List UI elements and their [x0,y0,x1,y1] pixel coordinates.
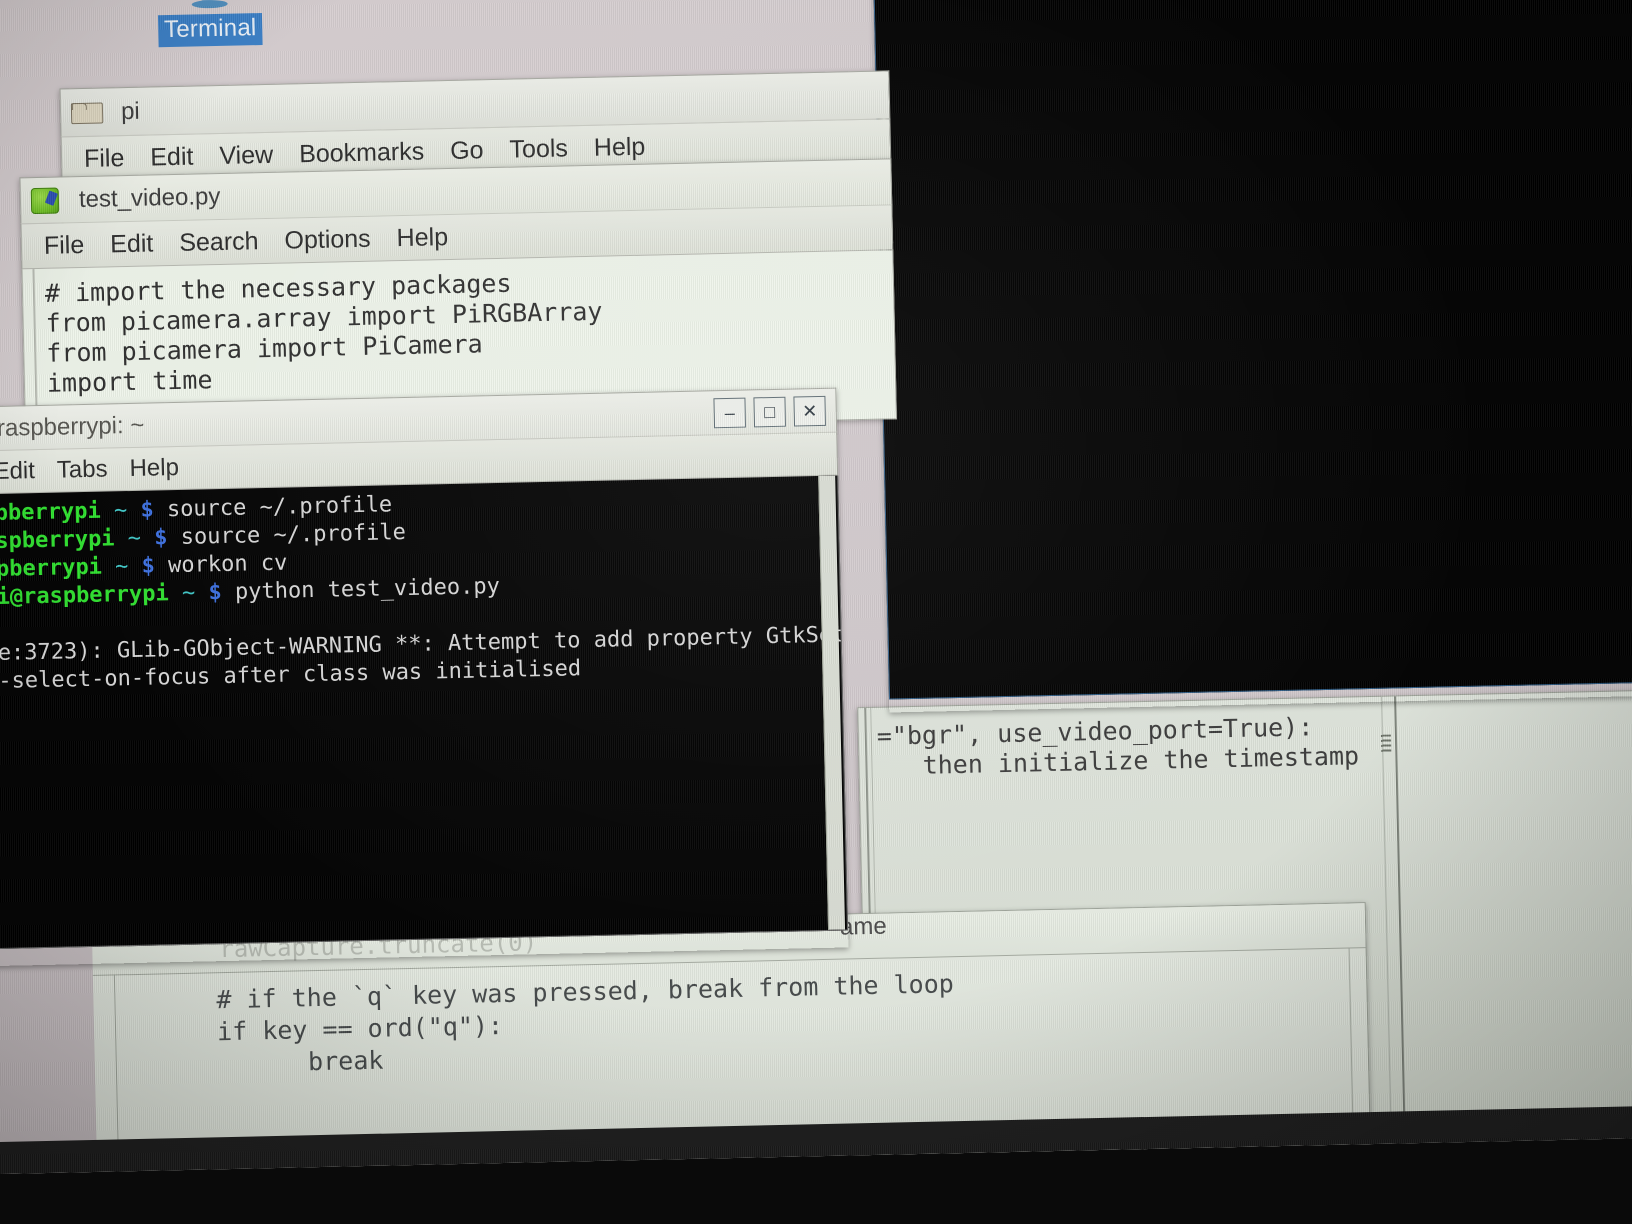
terminal-prompt-path: ~ [114,554,129,580]
editor-window-title: test_video.py [78,182,221,213]
terminal-prompt-user: @raspberrypi [0,498,101,528]
python-leaf-icon [30,186,60,214]
terminal-menu-tabs[interactable]: Tabs [57,456,108,485]
terminal-prompt-user: @raspberrypi [0,554,103,584]
monitor-base-icon [191,0,228,9]
terminal-prompt-symbol: $ [140,497,154,523]
terminal-prompt-path: ~ [181,580,196,606]
file-manager-title: pi [120,97,140,125]
terminal-prompt-symbol: $ [154,525,168,551]
close-button[interactable]: ✕ [793,395,827,427]
desktop-icon-label: Terminal [157,13,263,48]
terminal-command: python test_video.py [234,573,501,605]
terminal-prompt-symbol: $ [141,553,156,579]
terminal-menu-help[interactable]: Help [129,454,179,483]
terminal-output-area[interactable]: @raspberrypi ~ $ source ~/.profile i@ras… [0,475,849,951]
terminal-prompt-user: i@raspberrypi [0,526,115,556]
menu-item-edit[interactable]: Edit [150,142,194,172]
maximize-button[interactable]: □ [753,396,787,427]
screen-surface: ket Terminal ="bgr", use_video_port=True… [0,0,1632,1175]
menu-item-help[interactable]: Help [594,132,646,162]
terminal-prompt-path: ~ [113,498,128,524]
desktop-left-edge [0,929,98,1175]
scrollbar-grip-icon[interactable] [1380,734,1392,753]
menu-item-tools[interactable]: Tools [509,134,568,164]
terminal-prompt-user: pi@raspberrypi [0,581,170,611]
terminal-command: workon cv [167,550,288,579]
menu-item-go[interactable]: Go [450,136,484,166]
frame-video-canvas [873,0,1632,700]
terminal-command: source ~/.profile [180,520,407,550]
editor-source-code: # import the necessary packages from pic… [44,268,603,398]
frame-video-window[interactable]: Frame [873,0,1632,713]
desktop-icon-terminal[interactable]: Terminal [148,0,270,48]
editor-menu-help[interactable]: Help [396,223,448,253]
editor-menu-edit[interactable]: Edit [110,229,154,259]
menu-item-view[interactable]: View [219,140,273,170]
editor-menu-file[interactable]: File [44,230,85,260]
terminal-window[interactable]: pi@raspberrypi: ~ – □ ✕ le Edit Tabs Hel… [0,387,849,968]
editor-menu-search[interactable]: Search [179,227,259,258]
photographed-screen: ket Terminal ="bgr", use_video_port=True… [0,0,1632,1224]
menu-item-file[interactable]: File [84,144,125,174]
terminal-prompt-symbol: $ [208,580,223,606]
terminal-menu-edit[interactable]: Edit [0,457,35,486]
terminal-command: source ~/.profile [166,492,393,523]
window-controls[interactable]: – □ ✕ [713,395,827,428]
menu-item-bookmarks[interactable]: Bookmarks [299,137,425,169]
terminal-prompt-path: ~ [127,525,142,552]
folder-icon [70,101,104,125]
editor-menu-options[interactable]: Options [284,224,371,255]
terminal-window-title: pi@raspberrypi: ~ [0,411,145,443]
minimize-button[interactable]: – [713,397,747,428]
